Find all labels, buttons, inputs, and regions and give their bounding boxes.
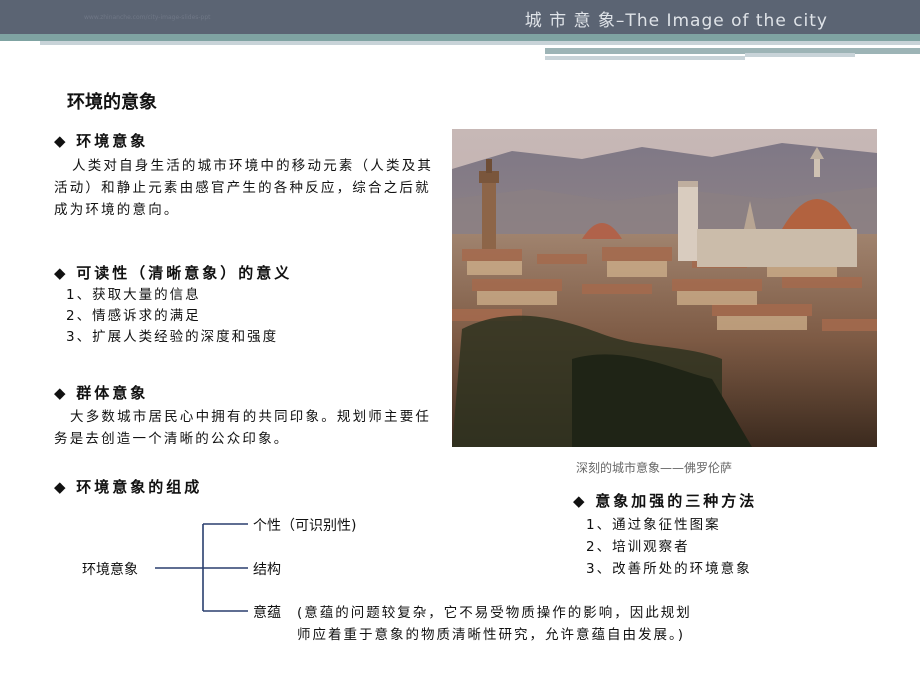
section-heading-text: 可读性（清晰意象）的意义 [76,264,293,282]
header-stub-bar-2 [545,56,745,60]
photo-caption: 深刻的城市意象——佛罗伦萨 [576,461,733,475]
section-heading-text: 意象加强的三种方法 [595,492,758,510]
tree-root-label: 环境意象 [82,562,138,578]
section-body-env-image: 人类对自身生活的城市环境中的移动元素（人类及其活动）和静止元素由感官产生的各种反… [54,158,434,218]
list-item: 2、情感诉求的满足 [66,308,201,324]
diamond-bullet-icon: ◆ [54,478,66,496]
section-heading-text: 环境意象的组成 [76,478,203,496]
header-light-bar [40,41,920,45]
header-bar: www.zhinanche.com/city-image-slides-ppt … [0,0,920,34]
list-item: 1、获取大量的信息 [66,287,201,303]
header-faint-text: www.zhinanche.com/city-image-slides-ppt [84,14,211,21]
section-heading-env-image: ◆ 环境意象 [54,130,148,151]
tree-meaning-note-line1: (意蕴的问题较复杂，它不易受物质操作的影响，因此规划 [297,605,692,621]
diamond-bullet-icon: ◆ [54,264,66,282]
methods-list: 1、通过象征性图案 2、培训观察者 3、改善所处的环境意象 [586,514,752,580]
list-item: 3、改善所处的环境意象 [586,561,752,577]
section-body-group-image: 大多数城市居民心中拥有的共同印象。规划师主要任务是去创造一个清晰的公众印象。 [54,409,432,447]
florence-cityscape-photo [452,129,877,447]
section-heading-text: 环境意象 [76,132,149,150]
page-title: 环境的意象 [67,92,157,113]
diamond-bullet-icon: ◆ [54,132,66,150]
section-heading-text: 群体意象 [76,384,149,402]
section-heading-composition: ◆ 环境意象的组成 [54,476,202,497]
readability-list: 1、获取大量的信息 2、情感诉求的满足 3、扩展人类经验的深度和强度 [66,285,278,348]
header-accent-bar [0,34,920,41]
tree-connector-lines [155,523,248,612]
section-heading-methods: ◆ 意象加强的三种方法 [573,490,757,511]
header-stub-bar [545,48,920,54]
diamond-bullet-icon: ◆ [573,492,585,510]
florence-photo-svg [452,129,877,447]
header-stub-bar-3 [745,53,855,57]
header-title: 城 市 意 象–The Image of the city [524,11,828,31]
diamond-bullet-icon: ◆ [54,384,66,402]
list-item: 3、扩展人类经验的深度和强度 [66,329,279,345]
tree-branch-individuality: 个性（可识别性) [253,518,357,534]
list-item: 2、培训观察者 [586,539,690,555]
section-heading-group-image: ◆ 群体意象 [54,382,148,403]
tree-branch-structure: 结构 [253,562,281,578]
tree-meaning-note-line2: 师应着重于意象的物质清晰性研究，允许意蕴自由发展。) [297,627,686,643]
list-item: 1、通过象征性图案 [586,517,721,533]
section-heading-readability: ◆ 可读性（清晰意象）的意义 [54,262,292,283]
tree-branch-meaning: 意蕴 [253,605,281,621]
